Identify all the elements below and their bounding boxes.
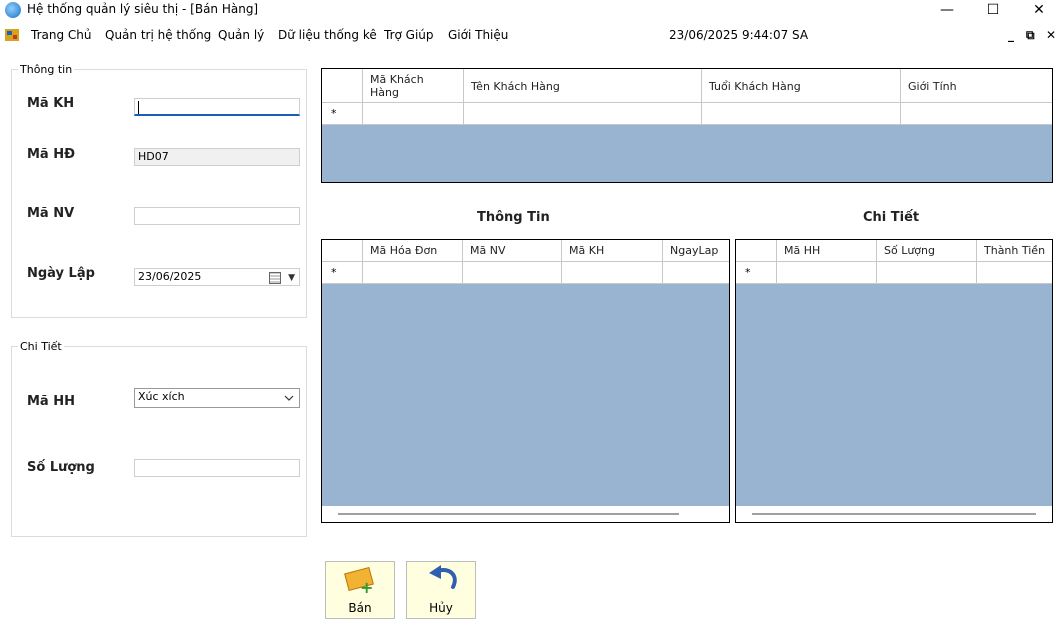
table-row[interactable]: *: [736, 262, 1052, 284]
huy-button-label: Hủy: [429, 601, 453, 615]
undo-icon: [429, 565, 457, 589]
scrollbar-thumb[interactable]: [752, 513, 1036, 515]
col-gioi-tinh[interactable]: Giới Tính: [901, 69, 1052, 102]
minimize-button[interactable]: —: [924, 0, 970, 22]
chevron-down-icon[interactable]: [284, 395, 294, 402]
chi-tiet-section-title: Chi Tiết: [863, 210, 920, 225]
col-ma-hh[interactable]: Mã HH: [777, 240, 877, 261]
huy-button[interactable]: Hủy: [406, 561, 476, 619]
text-caret: [138, 101, 139, 114]
ma-hd-label: Mã HĐ: [27, 147, 76, 162]
row-header[interactable]: *: [322, 262, 363, 283]
col-tuoi-khach-hang[interactable]: Tuổi Khách Hàng: [702, 69, 901, 102]
clock-label: 23/06/2025 9:44:07 SA: [669, 28, 809, 42]
ma-hd-value: HD07: [138, 150, 169, 163]
row-header-corner: [322, 240, 363, 261]
ngay-lap-label: Ngày Lập: [27, 266, 95, 281]
table-cell[interactable]: [901, 103, 1052, 124]
ma-nv-label: Mã NV: [27, 206, 75, 221]
thong-tin-group-title: Thông tin: [18, 63, 75, 76]
menu-trang-chu[interactable]: Trang Chủ: [31, 28, 91, 42]
ma-nv-input[interactable]: [134, 207, 300, 225]
ma-hh-value: Xúc xích: [138, 390, 185, 403]
ngay-lap-datepicker[interactable]: 23/06/2025 ▼: [134, 268, 300, 286]
row-header[interactable]: *: [736, 262, 777, 283]
table-row[interactable]: *: [322, 103, 1052, 125]
ma-hh-select[interactable]: Xúc xích: [134, 388, 300, 408]
menu-du-lieu-thong-ke[interactable]: Dữ liệu thống kê: [278, 28, 377, 42]
invoice-grid[interactable]: Mã Hóa Đơn Mã NV Mã KH NgayLap *: [321, 239, 730, 523]
ma-hd-input[interactable]: HD07: [134, 148, 300, 166]
menu-tro-giup[interactable]: Trợ Giúp: [384, 28, 434, 42]
table-cell[interactable]: [562, 262, 663, 283]
menu-gioi-thieu[interactable]: Giới Thiệu: [448, 28, 508, 42]
calendar-icon[interactable]: [269, 272, 281, 284]
table-cell[interactable]: [702, 103, 901, 124]
app-icon: [5, 2, 21, 18]
chi-tiet-group-title: Chi Tiết: [18, 340, 64, 353]
row-header[interactable]: *: [322, 103, 363, 124]
table-cell[interactable]: [777, 262, 877, 283]
scrollbar-thumb[interactable]: [338, 513, 679, 515]
ma-kh-input[interactable]: [134, 98, 300, 116]
ban-button[interactable]: + Bán: [325, 561, 395, 619]
ma-hh-label: Mã HH: [27, 394, 75, 409]
menu-quan-tri-he-thong[interactable]: Quản trị hệ thống: [105, 28, 211, 42]
detail-grid-header: Mã HH Số Lượng Thành Tiền: [736, 240, 1052, 262]
mdi-restore-button[interactable]: ⧉: [1026, 28, 1035, 43]
window-title: Hệ thống quản lý siêu thị - [Bán Hàng]: [27, 2, 259, 16]
ban-button-label: Bán: [348, 601, 372, 615]
maximize-button[interactable]: ☐: [970, 0, 1016, 22]
table-cell[interactable]: [463, 262, 562, 283]
col-ma-nv[interactable]: Mã NV: [463, 240, 562, 261]
col-ten-khach-hang[interactable]: Tên Khách Hàng: [464, 69, 702, 102]
detail-grid[interactable]: Mã HH Số Lượng Thành Tiền *: [735, 239, 1053, 523]
table-cell[interactable]: [877, 262, 977, 283]
col-thanh-tien[interactable]: Thành Tiền: [977, 240, 1052, 261]
plus-icon: +: [360, 578, 374, 597]
col-ma-hoa-don[interactable]: Mã Hóa Đơn: [363, 240, 463, 261]
so-luong-label: Số Lượng: [27, 460, 95, 475]
table-cell[interactable]: [464, 103, 702, 124]
table-cell[interactable]: [363, 103, 464, 124]
mdi-close-button[interactable]: ✕: [1046, 28, 1056, 42]
menu-quan-ly[interactable]: Quản lý: [218, 28, 264, 42]
so-luong-input[interactable]: [134, 459, 300, 477]
col-ngay-lap[interactable]: NgayLap: [663, 240, 729, 261]
horizontal-scrollbar[interactable]: [736, 506, 1052, 522]
table-row[interactable]: *: [322, 262, 729, 284]
mdi-minimize-button[interactable]: _: [1008, 28, 1014, 42]
row-header-corner: [322, 69, 363, 102]
table-cell[interactable]: [663, 262, 729, 283]
customer-grid[interactable]: Mã Khách Hàng Tên Khách Hàng Tuổi Khách …: [321, 68, 1053, 183]
chi-tiet-group: [11, 346, 307, 537]
horizontal-scrollbar[interactable]: [322, 506, 729, 522]
window-titlebar: Hệ thống quản lý siêu thị - [Bán Hàng] —…: [0, 0, 1060, 22]
chevron-down-icon[interactable]: ▼: [288, 270, 295, 286]
mdi-child-icon: [5, 29, 19, 41]
ngay-lap-value: 23/06/2025: [138, 270, 202, 283]
table-cell[interactable]: [363, 262, 463, 283]
menu-bar: Trang Chủ Quản trị hệ thống Quản lý Dữ l…: [0, 25, 1060, 47]
row-header-corner: [736, 240, 777, 261]
table-cell[interactable]: [977, 262, 1052, 283]
col-ma-kh[interactable]: Mã KH: [562, 240, 663, 261]
customer-grid-header: Mã Khách Hàng Tên Khách Hàng Tuổi Khách …: [322, 69, 1052, 103]
col-ma-khach-hang[interactable]: Mã Khách Hàng: [363, 69, 464, 102]
thong-tin-section-title: Thông Tin: [477, 210, 550, 225]
close-button[interactable]: ✕: [1016, 0, 1060, 22]
ma-kh-label: Mã KH: [27, 96, 75, 111]
invoice-grid-header: Mã Hóa Đơn Mã NV Mã KH NgayLap: [322, 240, 729, 262]
col-so-luong[interactable]: Số Lượng: [877, 240, 977, 261]
